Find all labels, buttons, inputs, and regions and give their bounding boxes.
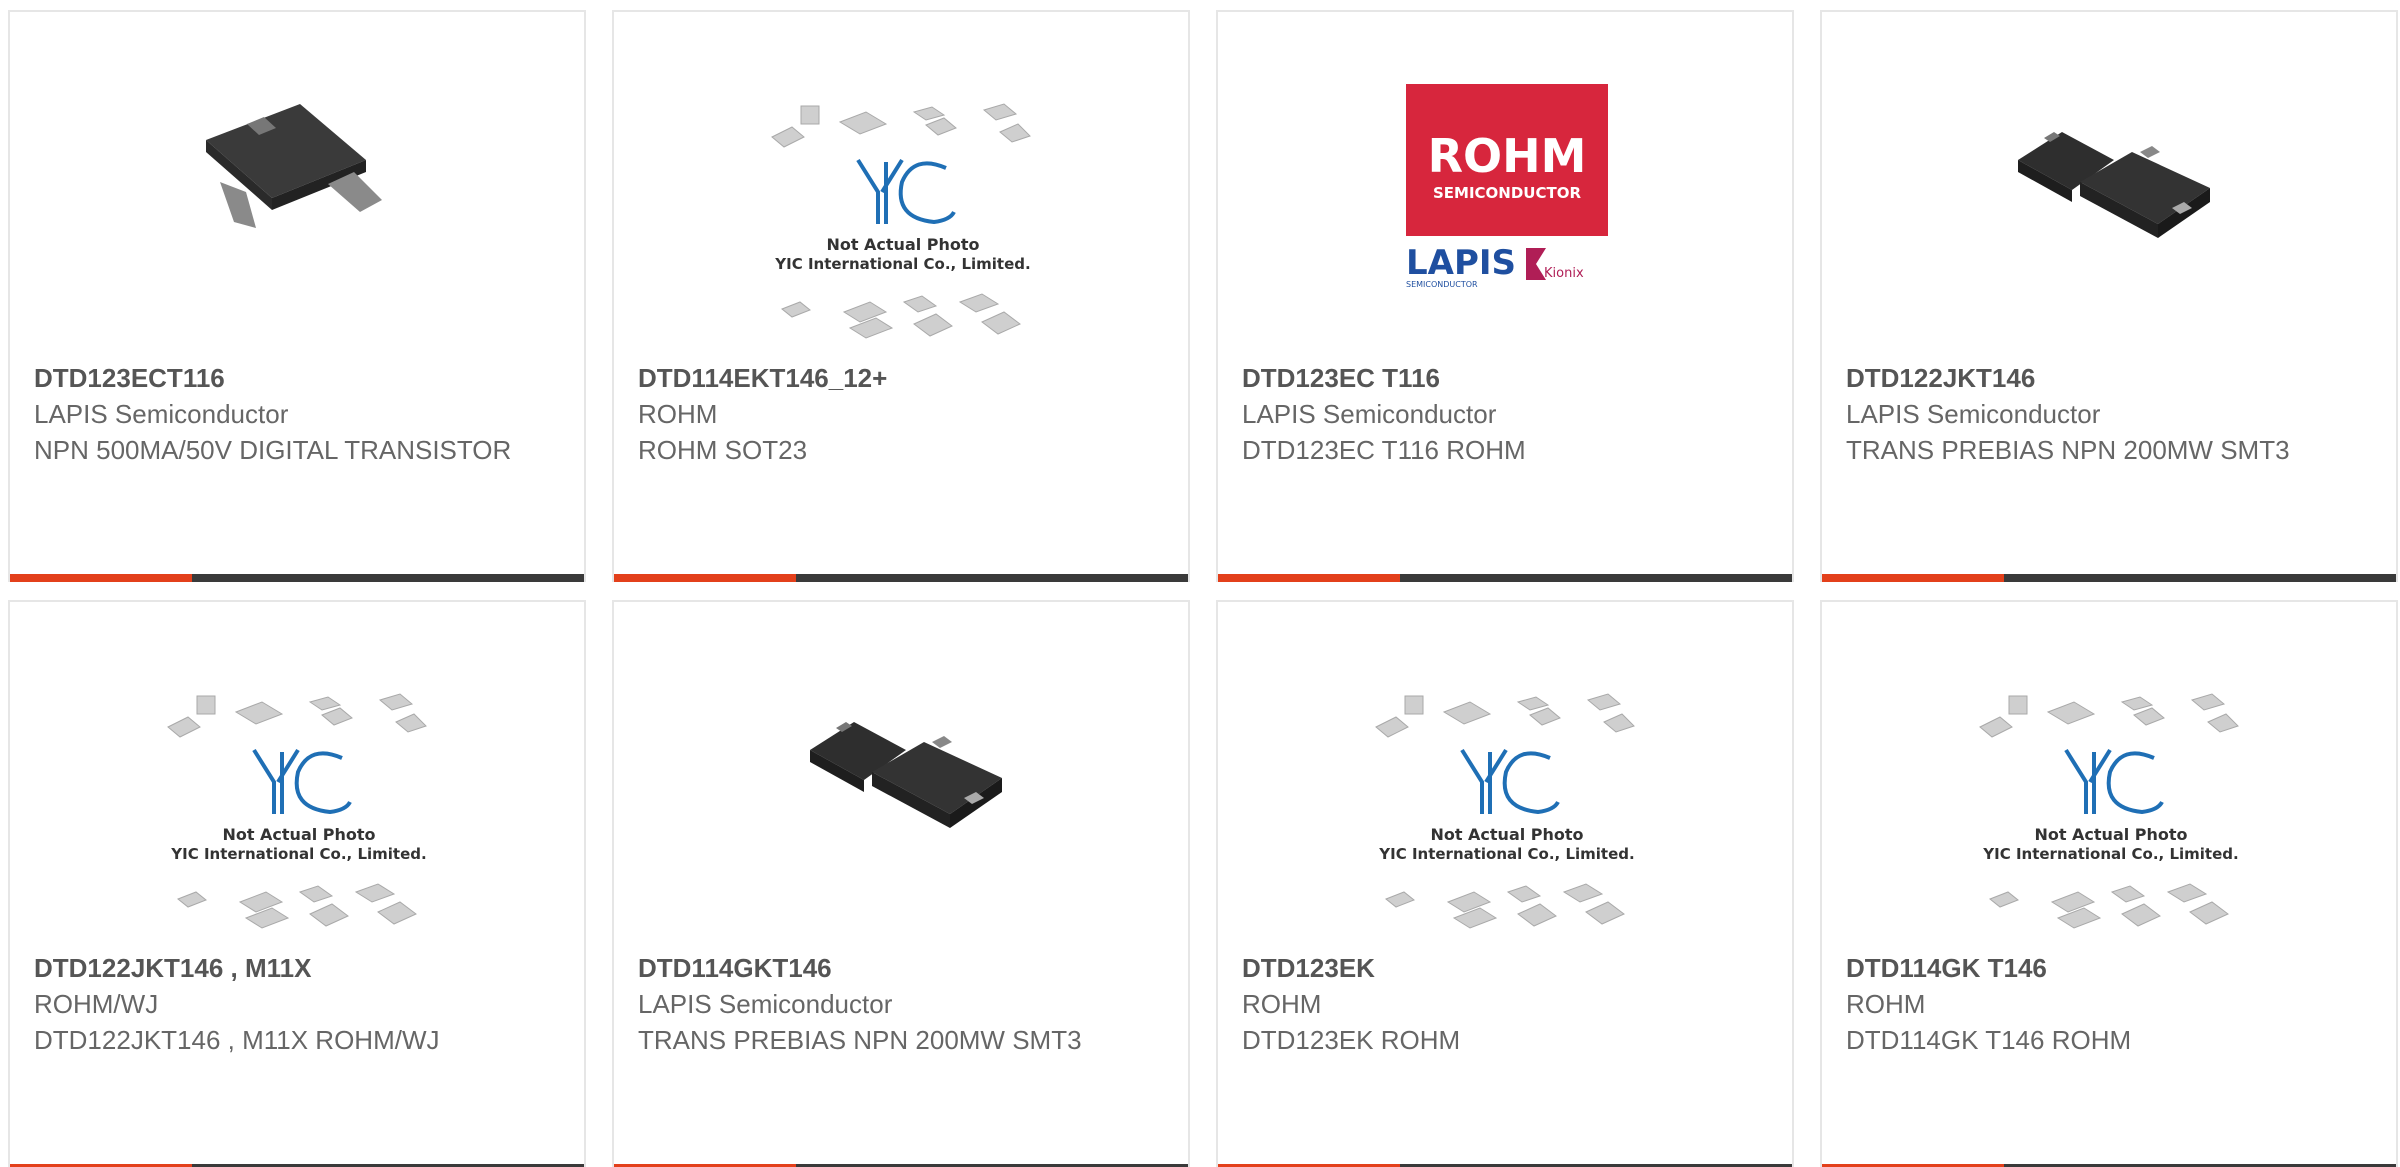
part-number[interactable]: DTD114GKT146 [638,950,1164,986]
product-info: DTD122JKT146 LAPIS Semiconductor TRANS P… [1846,360,2372,468]
product-image[interactable] [10,12,584,357]
product-card[interactable]: Not Actual Photo YIC International Co., … [8,600,586,1167]
product-image[interactable] [614,602,1188,947]
transistor-package-image [810,722,1002,828]
manufacturer: ROHM/WJ [34,989,159,1019]
product-info: DTD114EKT146_12+ ROHM ROHM SOT23 [638,360,1164,468]
product-image[interactable]: Not Actual Photo YIC International Co., … [1822,602,2396,947]
transistor-package-image [206,104,382,228]
product-info: DTD123EC T116 LAPIS Semiconductor DTD123… [1242,360,1768,468]
card-accent-bar [10,574,584,582]
product-info: DTD114GK T146 ROHM DTD114GK T146 ROHM [1846,950,2372,1058]
placeholder-line2: YIC International Co., Limited. [1378,845,1634,863]
product-card[interactable]: DTD114GKT146 LAPIS Semiconductor TRANS P… [612,600,1190,1167]
part-number[interactable]: DTD123EK [1242,950,1768,986]
product-info: DTD123EK ROHM DTD123EK ROHM [1242,950,1768,1058]
rohm-logo-image: ROHM SEMICONDUCTOR LAPIS SEMICONDUCTOR K… [1406,84,1608,289]
part-number[interactable]: DTD122JKT146 [1846,360,2372,396]
yic-placeholder-image: Not Actual Photo YIC International Co., … [771,103,1031,339]
yic-placeholder-image: Not Actual Photo YIC International Co., … [1375,693,1635,929]
placeholder-line1: Not Actual Photo [1430,825,1583,844]
product-image[interactable]: ROHM SEMICONDUCTOR LAPIS SEMICONDUCTOR K… [1218,12,1792,357]
card-accent-bar [614,574,1188,582]
manufacturer: ROHM [638,399,718,429]
transistor-package-image [2018,132,2210,238]
product-grid: DTD123ECT116 LAPIS Semiconductor NPN 500… [0,0,2400,1167]
placeholder-line2: YIC International Co., Limited. [1982,845,2238,863]
manufacturer: LAPIS Semiconductor [1242,399,1497,429]
product-card[interactable]: DTD123ECT116 LAPIS Semiconductor NPN 500… [8,10,586,582]
description: DTD123EC T116 ROHM [1242,435,1526,465]
product-card[interactable]: Not Actual Photo YIC International Co., … [1820,600,2398,1167]
product-image[interactable]: Not Actual Photo YIC International Co., … [614,12,1188,357]
part-number[interactable]: DTD123ECT116 [34,360,560,396]
manufacturer: LAPIS Semiconductor [34,399,289,429]
description: DTD114GK T146 ROHM [1846,1025,2132,1055]
manufacturer: LAPIS Semiconductor [1846,399,2101,429]
description: NPN 500MA/50V DIGITAL TRANSISTOR [34,435,512,465]
product-image[interactable] [1822,12,2396,357]
rohm-sub: SEMICONDUCTOR [1433,184,1581,202]
product-card[interactable]: Not Actual Photo YIC International Co., … [1216,600,1794,1167]
product-info: DTD123ECT116 LAPIS Semiconductor NPN 500… [34,360,560,468]
yic-placeholder-image: Not Actual Photo YIC International Co., … [1979,693,2239,929]
product-card[interactable]: ROHM SEMICONDUCTOR LAPIS SEMICONDUCTOR K… [1216,10,1794,582]
description: TRANS PREBIAS NPN 200MW SMT3 [1846,435,2290,465]
product-image[interactable]: Not Actual Photo YIC International Co., … [10,602,584,947]
placeholder-line1: Not Actual Photo [2034,825,2187,844]
description: ROHM SOT23 [638,435,808,465]
part-number[interactable]: DTD123EC T116 [1242,360,1768,396]
part-number[interactable]: DTD114EKT146_12+ [638,360,1164,396]
description: DTD123EK ROHM [1242,1025,1461,1055]
yic-placeholder-image: Not Actual Photo YIC International Co., … [167,693,427,929]
product-info: DTD122JKT146 , M11X ROHM/WJ DTD122JKT146… [34,950,560,1058]
manufacturer: ROHM [1242,989,1322,1019]
card-accent-bar [1218,574,1792,582]
placeholder-line2: YIC International Co., Limited. [170,845,426,863]
lapis-logo: LAPIS [1406,243,1516,283]
product-info: DTD114GKT146 LAPIS Semiconductor TRANS P… [638,950,1164,1058]
placeholder-line1: Not Actual Photo [222,825,375,844]
part-number[interactable]: DTD122JKT146 , M11X [34,950,560,986]
product-card[interactable]: DTD122JKT146 LAPIS Semiconductor TRANS P… [1820,10,2398,582]
description: TRANS PREBIAS NPN 200MW SMT3 [638,1025,1082,1055]
kionix-logo: Kionix [1544,266,1584,281]
placeholder-line2: YIC International Co., Limited. [774,255,1030,273]
rohm-brand: ROHM [1428,129,1587,183]
lapis-sub: SEMICONDUCTOR [1406,280,1478,289]
placeholder-line1: Not Actual Photo [826,235,979,254]
description: DTD122JKT146 , M11X ROHM/WJ [34,1025,440,1055]
product-card[interactable]: Not Actual Photo YIC International Co., … [612,10,1190,582]
part-number[interactable]: DTD114GK T146 [1846,950,2372,986]
card-accent-bar [1822,574,2396,582]
manufacturer: ROHM [1846,989,1926,1019]
manufacturer: LAPIS Semiconductor [638,989,893,1019]
product-image[interactable]: Not Actual Photo YIC International Co., … [1218,602,1792,947]
